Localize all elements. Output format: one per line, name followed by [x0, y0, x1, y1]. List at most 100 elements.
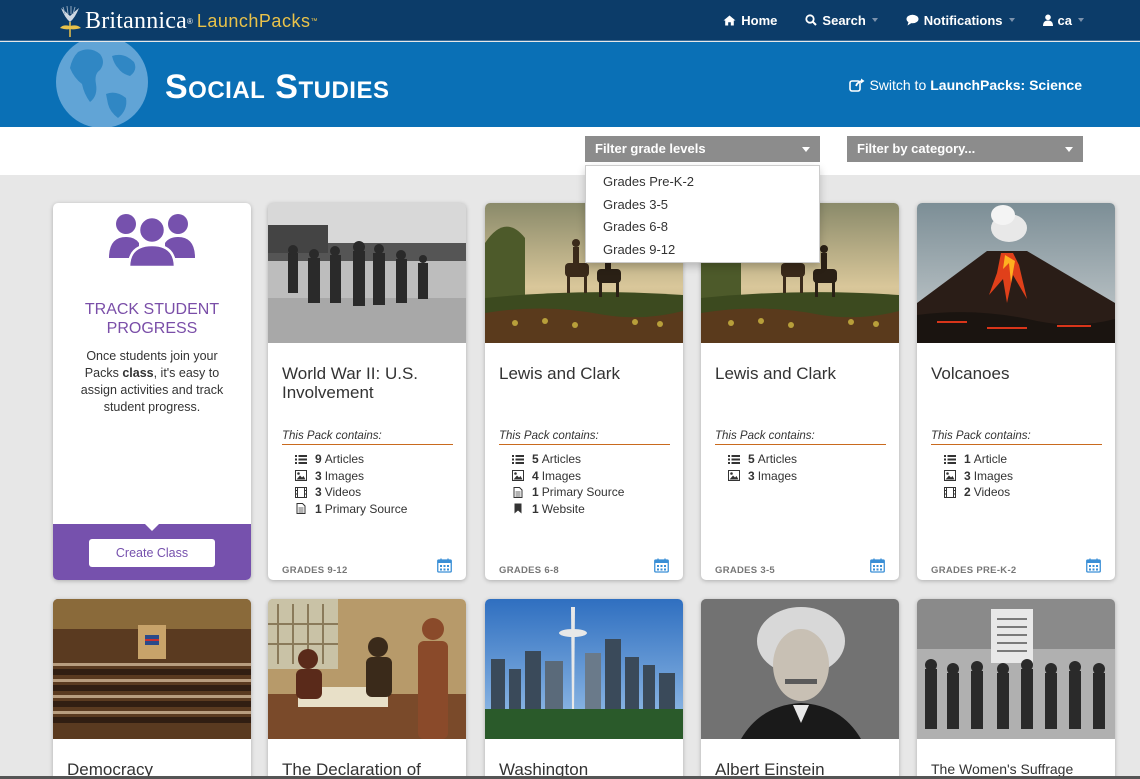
content-item-primary-source: 1 Primary Source — [512, 484, 624, 501]
pack-contents-list: 1 Article 3 Images 2 Videos — [944, 451, 1013, 501]
document-icon — [296, 503, 306, 515]
track-description: Once students join your Packs class, it'… — [80, 349, 224, 414]
nav-home[interactable]: Home — [723, 13, 777, 28]
grade-label: GRADES PRE-K-2 — [931, 565, 1017, 576]
pack-title[interactable]: Volcanoes — [931, 364, 1106, 383]
pack-contains-label: This Pack contains: — [931, 430, 1102, 445]
grade-label: GRADES 6-8 — [499, 565, 560, 576]
grade-filter-select[interactable]: Filter grade levels — [585, 136, 820, 162]
pack-title[interactable]: Lewis and Clark — [499, 364, 674, 383]
pack-contents-list: 5 Articles 3 Images — [728, 451, 797, 484]
pack-contains-label: This Pack contains: — [282, 430, 453, 445]
nav-notifications[interactable]: Notifications — [906, 13, 1015, 28]
pack-card-washington[interactable]: Washington — [485, 599, 683, 779]
pack-card-wwii[interactable]: World War II: U.S. Involvement This Pack… — [268, 203, 466, 580]
search-icon — [805, 14, 818, 26]
image-icon — [944, 470, 956, 482]
nav-user-label: ca — [1057, 12, 1072, 28]
pack-card-democracy[interactable]: Democracy — [53, 599, 251, 779]
content-item-videos: 3 Videos — [295, 484, 407, 501]
pack-card-volcanoes[interactable]: Volcanoes This Pack contains: 1 Article 3… — [917, 203, 1115, 580]
brand-name: Britannica — [85, 7, 187, 34]
nav-notifications-label: Notifications — [923, 12, 1003, 28]
pack-card-declaration[interactable]: The Declaration of — [268, 599, 466, 779]
nav-home-label: Home — [741, 12, 778, 28]
image-icon — [295, 470, 307, 482]
calendar-icon[interactable] — [654, 558, 669, 573]
user-icon — [1042, 14, 1053, 26]
content-item-images: 3 Images — [944, 468, 1013, 485]
wwii-landing-photo — [268, 203, 466, 343]
pack-card-einstein[interactable]: Albert Einstein — [701, 599, 899, 779]
nav-search[interactable]: Search — [805, 12, 878, 28]
content-item-videos: 2 Videos — [944, 484, 1013, 501]
grade-option-3-5[interactable]: Grades 3-5 — [586, 194, 819, 217]
content-item-articles: 9 Articles — [295, 451, 407, 468]
nav-user-menu[interactable]: ca — [1042, 12, 1084, 28]
registered-mark: ® — [186, 16, 193, 26]
image-icon — [512, 470, 524, 482]
create-class-button[interactable]: Create Class — [89, 539, 215, 567]
chevron-down-icon — [1078, 18, 1084, 22]
list-icon — [512, 454, 524, 464]
track-progress-card: TRACK STUDENT PROGRESS Once students joi… — [53, 203, 251, 580]
list-icon — [944, 454, 956, 464]
britannica-logo[interactable]: Britannica ® LaunchPacks ™ — [57, 3, 317, 39]
category-filter-label: Filter by category... — [857, 141, 976, 156]
chevron-down-icon — [871, 18, 878, 22]
switch-launchpacks-link[interactable]: Switch to LaunchPacks: Science — [849, 77, 1082, 93]
pack-title[interactable]: World War II: U.S. Involvement — [282, 364, 457, 402]
chevron-down-icon — [802, 147, 810, 152]
nav-search-label: Search — [822, 12, 866, 28]
bookmark-icon — [514, 503, 522, 514]
chevron-down-icon — [1065, 147, 1073, 152]
subject-banner: Social Studies Switch to LaunchPacks: Sc… — [0, 42, 1140, 127]
volcano-illustration — [917, 203, 1115, 343]
film-icon — [944, 486, 956, 498]
pack-contents-list: 9 Articles 3 Images 3 Videos 1 Primary Sourc… — [295, 451, 407, 517]
suffrage-protest-photo — [917, 599, 1115, 739]
page-title: Social Studies — [165, 68, 390, 106]
content-item-website: 1 Website — [512, 501, 624, 518]
globe-icon — [56, 42, 148, 127]
category-filter-select[interactable]: Filter by category... — [847, 136, 1083, 162]
main-nav: Home Search Notifications ca — [723, 0, 1084, 40]
external-link-icon — [849, 78, 865, 92]
content-item-images: 3 Images — [295, 468, 407, 485]
grade-filter-label: Filter grade levels — [595, 141, 706, 156]
grade-option-prek-2[interactable]: Grades Pre-K-2 — [586, 171, 819, 194]
chevron-down-icon — [1008, 18, 1015, 22]
track-title: TRACK STUDENT PROGRESS — [84, 301, 220, 337]
congress-chamber-photo — [53, 599, 251, 739]
list-icon — [295, 454, 307, 464]
top-navbar: Britannica ® LaunchPacks ™ Home Search Not… — [0, 0, 1140, 41]
grade-option-9-12[interactable]: Grades 9-12 — [586, 239, 819, 262]
product-name: LaunchPacks — [196, 10, 311, 31]
calendar-icon[interactable] — [437, 558, 452, 573]
thistle-logo-icon — [60, 5, 81, 37]
grade-label: GRADES 9-12 — [282, 565, 348, 576]
calendar-icon[interactable] — [1086, 558, 1101, 573]
pack-title[interactable]: Lewis and Clark — [715, 364, 890, 383]
film-icon — [295, 486, 307, 498]
pack-contains-label: This Pack contains: — [715, 430, 886, 445]
document-icon — [513, 486, 523, 498]
list-icon — [728, 454, 740, 464]
content-item-articles: 1 Article — [944, 451, 1013, 468]
content-item-articles: 5 Articles — [512, 451, 624, 468]
users-group-icon — [109, 214, 195, 267]
grade-filter-dropdown: Grades Pre-K-2 Grades 3-5 Grades 6-8 Gra… — [585, 165, 820, 263]
calendar-icon[interactable] — [870, 558, 885, 573]
pack-contains-label: This Pack contains: — [499, 430, 670, 445]
switch-prefix: Switch to — [869, 77, 927, 93]
trademark-mark: ™ — [310, 17, 318, 25]
pack-card-womens-suffrage[interactable]: The Women's Suffrage — [917, 599, 1115, 779]
content-item-images: 3 Images — [728, 468, 797, 485]
content-item-articles: 5 Articles — [728, 451, 797, 468]
grade-option-6-8[interactable]: Grades 6-8 — [586, 216, 819, 239]
image-icon — [728, 470, 740, 482]
home-icon — [723, 15, 736, 25]
switch-target: LaunchPacks: Science — [930, 77, 1082, 93]
grade-label: GRADES 3-5 — [715, 565, 776, 576]
einstein-portrait-photo — [701, 599, 899, 739]
